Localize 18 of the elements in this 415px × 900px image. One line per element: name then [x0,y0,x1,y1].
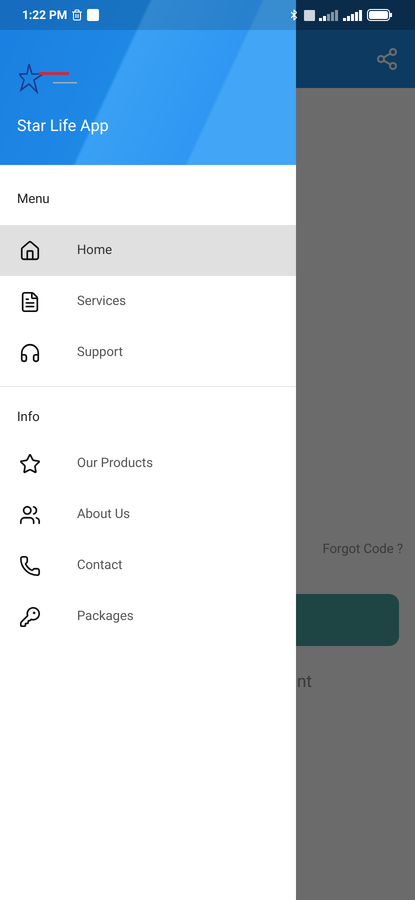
bluetooth-icon [288,9,300,21]
battery-icon [367,9,393,21]
status-time: 1:22 PM [22,7,68,24]
people-icon [19,504,41,526]
signal-icon [343,10,363,20]
logo-icon [19,62,79,94]
document-icon [19,290,41,312]
signal-icon [319,10,339,20]
section-title: Menu [17,191,50,210]
headset-icon [19,342,41,364]
trash-icon [71,9,84,21]
phone-icon [19,554,41,576]
home-icon [19,240,41,262]
drawer-item[interactable]: Home [0,225,296,276]
star-icon [19,452,41,474]
section-title: Info [17,408,40,427]
key-icon [19,606,41,628]
app-name: Star Life App [17,115,110,137]
